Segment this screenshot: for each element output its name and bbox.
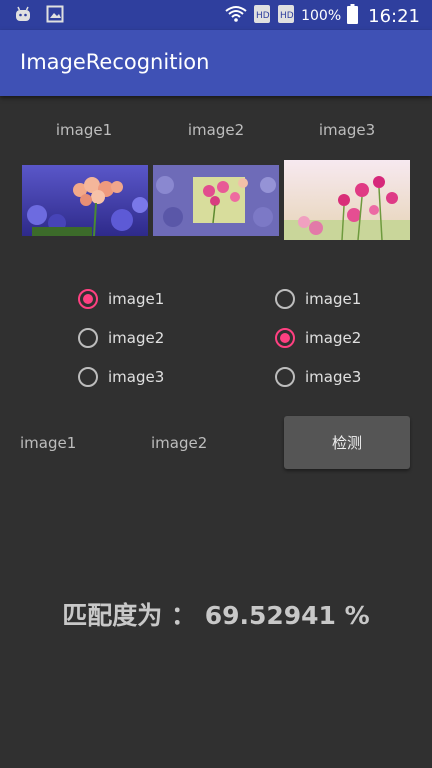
detect-button[interactable]: 检测 [284, 416, 410, 469]
svg-text:HD: HD [280, 11, 294, 21]
selected-first-label: image1 [20, 434, 77, 452]
image2-label: image2 [187, 121, 245, 139]
radio-unchecked-icon[interactable] [275, 367, 295, 387]
image-icon [46, 5, 64, 27]
clock: 16:21 [368, 5, 420, 27]
radio-checked-icon[interactable] [275, 328, 295, 348]
image3-label: image3 [318, 121, 376, 139]
radio-label: image3 [108, 368, 165, 386]
svg-text:HD: HD [256, 11, 270, 21]
battery-icon [347, 4, 359, 28]
radio-unchecked-icon[interactable] [78, 328, 98, 348]
radio-first-image3[interactable]: image3 [78, 367, 164, 387]
radio-second-image2[interactable]: image2 [275, 328, 361, 348]
sim2-icon: HD [277, 4, 295, 28]
radio-second-image3[interactable]: image3 [275, 367, 361, 387]
radio-checked-icon[interactable] [78, 289, 98, 309]
radio-label: image1 [108, 290, 165, 308]
match-result: 匹配度为 ： 69.52941 % [62, 601, 370, 630]
radio-label: image2 [108, 329, 165, 347]
image1-thumbnail [22, 165, 148, 240]
radio-label: image3 [305, 368, 362, 386]
battery-percent: 100% [301, 8, 342, 24]
android-icon [14, 5, 32, 27]
radio-label: image2 [305, 329, 362, 347]
selected-second-label: image2 [151, 434, 208, 452]
sim1-icon: HD [253, 4, 271, 28]
image2-thumbnail [153, 165, 279, 240]
system-icons: HD HD 100% 16:21 [225, 4, 420, 28]
radio-label: image1 [305, 290, 362, 308]
notification-icons [14, 5, 64, 27]
image3-thumbnail [284, 160, 410, 244]
radio-unchecked-icon[interactable] [275, 289, 295, 309]
radio-unchecked-icon[interactable] [78, 367, 98, 387]
wifi-icon [225, 5, 247, 27]
app-title: ImageRecognition [20, 50, 210, 74]
radio-first-image2[interactable]: image2 [78, 328, 164, 348]
image1-label: image1 [55, 121, 113, 139]
app-bar: ImageRecognition [0, 30, 432, 96]
radio-second-image1[interactable]: image1 [275, 289, 361, 309]
radio-first-image1[interactable]: image1 [78, 289, 164, 309]
status-bar: HD HD 100% 16:21 [0, 0, 432, 30]
